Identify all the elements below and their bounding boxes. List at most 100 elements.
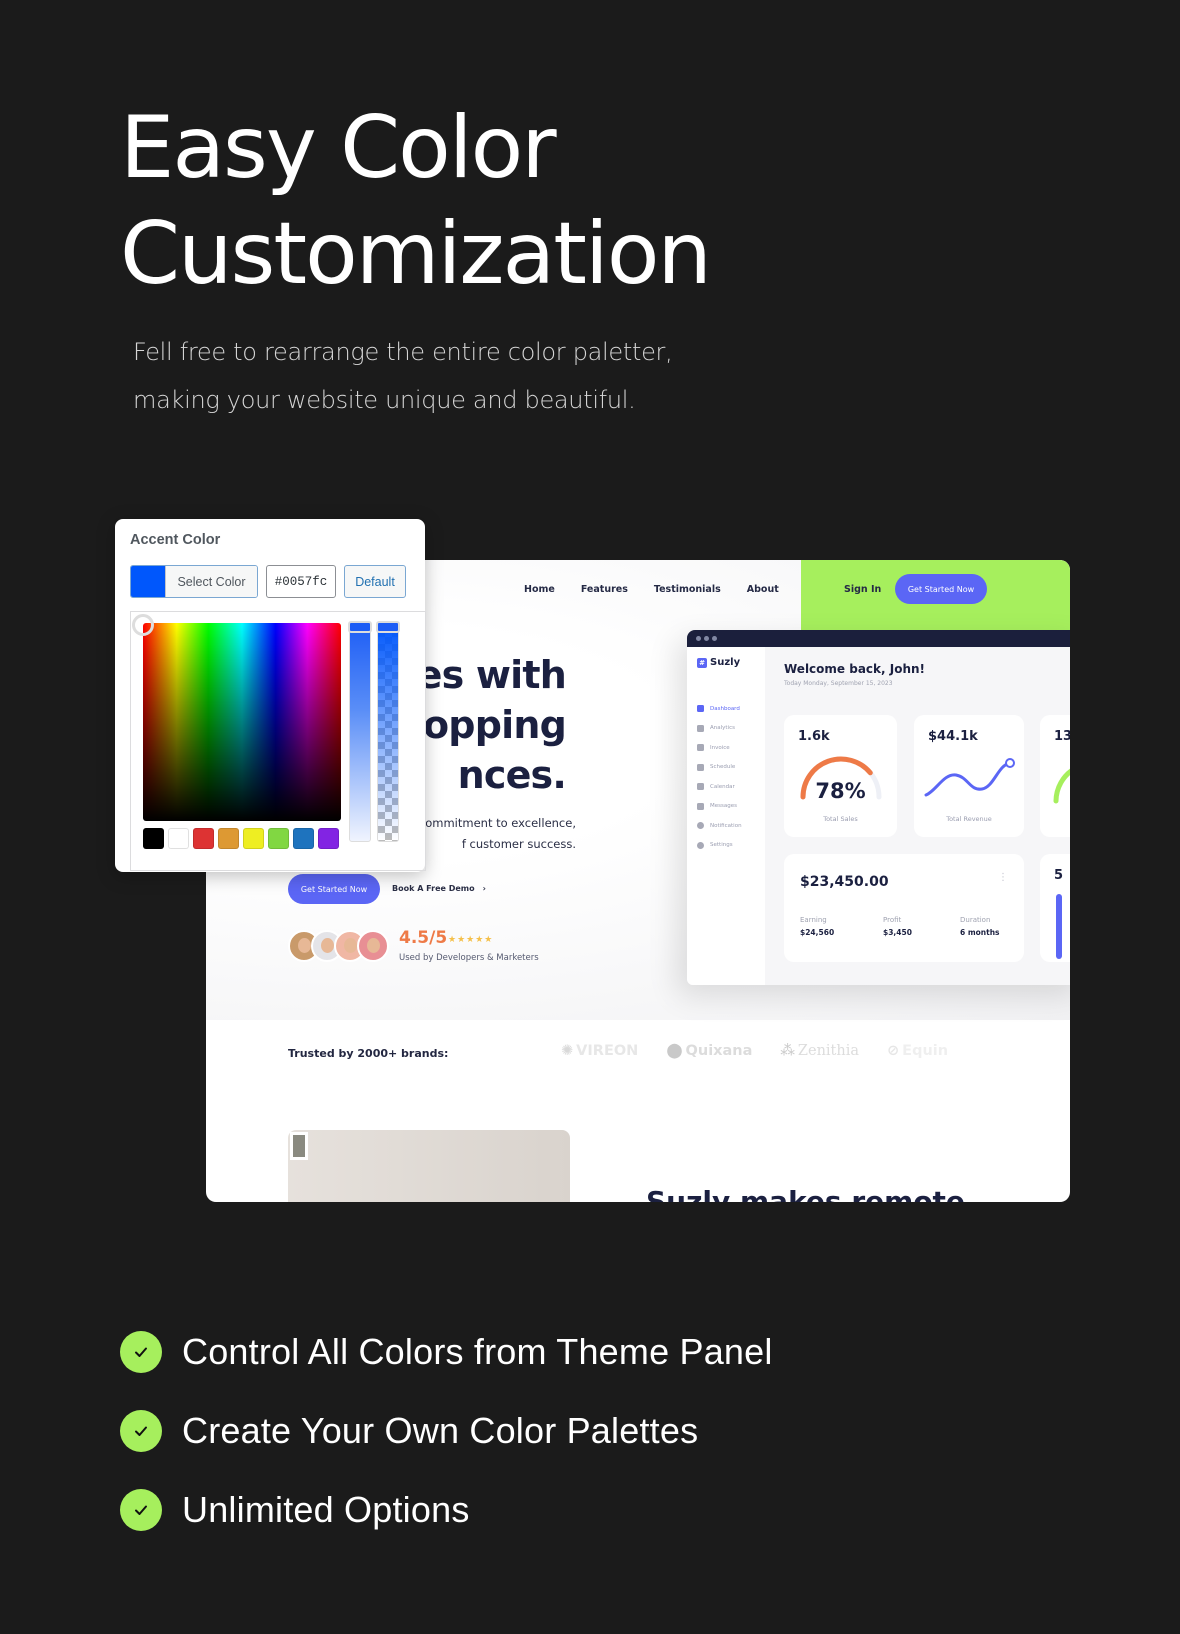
brand-logo-zenithia: ⁂ Zenithia <box>780 1043 860 1059</box>
bell-icon <box>697 822 704 830</box>
select-color-button[interactable]: Select Color <box>130 565 258 598</box>
trusted-label: Trusted by 2000+ brands: <box>288 1047 449 1060</box>
get-started-button[interactable]: Get Started Now <box>895 574 987 604</box>
chart-icon <box>697 724 704 732</box>
color-swatch[interactable] <box>293 828 314 849</box>
hex-color-input[interactable] <box>266 565 336 598</box>
dots-icon: ⁂ <box>780 1043 795 1059</box>
default-button[interactable]: Default <box>344 565 406 598</box>
check-circle-icon <box>120 1330 162 1373</box>
color-swatch[interactable] <box>168 828 189 849</box>
opacity-slider[interactable] <box>376 621 400 842</box>
brand-logo-equinox: ⊘ Equin <box>887 1043 949 1059</box>
color-swatch[interactable] <box>243 828 264 849</box>
avatar-group <box>288 930 389 962</box>
subtitle-line-1: Fell free to rearrange the entire color … <box>133 338 673 366</box>
sidebar-item-messages[interactable]: Messages <box>697 797 742 817</box>
schedule-icon <box>697 763 704 771</box>
slider-knob[interactable] <box>348 621 372 633</box>
picker-title: Accent Color <box>130 532 221 548</box>
nav-about[interactable]: About <box>747 584 779 595</box>
sidebar-item-settings[interactable]: Settings <box>697 836 742 856</box>
total-revenue-card: $44.1k Total Revenue <box>914 715 1024 837</box>
star-rating-icon: ★★★★★ <box>448 935 494 945</box>
message-icon <box>697 802 704 810</box>
subtitle-line-2: making your website unique and beautiful… <box>133 386 636 414</box>
progress-bar <box>1056 894 1062 959</box>
stat-profit: Profit $3,450 <box>883 916 912 937</box>
check-circle-icon <box>120 1488 162 1531</box>
subtitle: Fell free to rearrange the entire color … <box>133 328 753 424</box>
window-titlebar <box>687 630 1070 647</box>
feature-item: Control All Colors from Theme Panel <box>120 1312 773 1391</box>
sidebar-item-analytics[interactable]: Analytics <box>697 719 742 739</box>
invoice-icon <box>697 744 704 752</box>
lightness-slider[interactable] <box>348 621 372 842</box>
rating-caption: Used by Developers & Marketers <box>399 953 539 963</box>
color-spectrum[interactable] <box>143 623 341 821</box>
feature-item: Create Your Own Color Palettes <box>120 1391 773 1470</box>
brand-logo-vireon: ✺ VIREON <box>561 1043 639 1059</box>
more-menu-icon[interactable]: ⋮ <box>998 872 1008 883</box>
ring-icon: ⬤ <box>666 1043 683 1059</box>
nav-home[interactable]: Home <box>524 584 555 595</box>
dashboard-sidebar: # Suzly Dashboard Analytics Invoice Sched… <box>687 647 765 985</box>
color-picker-box <box>130 611 426 871</box>
sidebar-item-calendar[interactable]: Calendar <box>697 777 742 797</box>
avatar <box>357 930 389 962</box>
preset-swatches <box>143 828 339 849</box>
sparkle-icon: ✺ <box>561 1043 574 1059</box>
gear-icon <box>697 841 704 849</box>
color-swatch[interactable] <box>193 828 214 849</box>
color-swatch[interactable] <box>218 828 239 849</box>
sales-percent: 78% <box>815 779 866 803</box>
sidebar-item-invoice[interactable]: Invoice <box>697 738 742 758</box>
slider-knob[interactable] <box>376 621 400 633</box>
check-circle-icon <box>120 1409 162 1452</box>
brand-logo-quixana: ⬤ Quixana <box>666 1043 753 1059</box>
page-headline: Easy Color Customization <box>120 95 712 307</box>
hash-icon: # <box>697 657 707 668</box>
sign-in-link[interactable]: Sign In <box>844 584 881 595</box>
welcome-heading: Welcome back, John! <box>784 662 926 676</box>
accent-color-picker: Accent Color Select Color Default <box>115 519 426 872</box>
total-sales-card: 1.6k 78% Total Sales <box>784 715 897 837</box>
current-color-swatch <box>131 566 165 597</box>
fifth-stat-card: 5 <box>1040 854 1070 962</box>
site-nav: Home Features Testimonials About <box>524 584 779 595</box>
revenue-line-chart <box>924 758 1015 797</box>
feature-item: Unlimited Options <box>120 1470 773 1549</box>
dashboard-preview: # Suzly Dashboard Analytics Invoice Sched… <box>687 630 1070 985</box>
earnings-card: $23,450.00 ⋮ Earning $24,560 Profit $3,450… <box>784 854 1024 962</box>
third-stat-card: 13 <box>1040 715 1070 837</box>
brand-logos: ✺ VIREON ⬤ Quixana ⁂ Zenithia ⊘ Equin <box>561 1043 948 1059</box>
feature-photo <box>288 1130 570 1202</box>
circle-slash-icon: ⊘ <box>887 1043 900 1059</box>
date-text: Today Monday, September 15, 2023 <box>784 680 893 687</box>
book-demo-link[interactable]: Book A Free Demo › <box>392 884 486 893</box>
headline-line-2: Customization <box>120 204 712 304</box>
spectrum-handle[interactable] <box>132 614 154 636</box>
color-swatch[interactable] <box>268 828 289 849</box>
color-swatch[interactable] <box>318 828 339 849</box>
section-heading: Suzly makes remote <box>646 1185 965 1202</box>
third-gauge <box>1053 768 1070 804</box>
revenue-endpoint <box>1005 758 1015 768</box>
nav-features[interactable]: Features <box>581 584 628 595</box>
feature-list: Control All Colors from Theme Panel Crea… <box>120 1312 773 1549</box>
headline-line-1: Easy Color <box>120 98 557 198</box>
stat-earning: Earning $24,560 <box>800 916 835 937</box>
stat-duration: Duration 6 months <box>960 916 1000 937</box>
nav-testimonials[interactable]: Testimonials <box>654 584 721 595</box>
color-swatch[interactable] <box>143 828 164 849</box>
sidebar-item-schedule[interactable]: Schedule <box>697 758 742 778</box>
calendar-icon <box>697 783 704 791</box>
revenue-line <box>924 761 1012 797</box>
rating-score: 4.5/5 <box>399 928 448 948</box>
sidebar-item-dashboard[interactable]: Dashboard <box>697 699 742 719</box>
hero-get-started-button[interactable]: Get Started Now <box>288 874 380 904</box>
dashboard-logo: # Suzly <box>697 657 740 668</box>
sidebar-item-notification[interactable]: Notification <box>697 816 742 836</box>
chevron-right-icon: › <box>482 884 486 893</box>
grid-icon <box>697 705 704 713</box>
